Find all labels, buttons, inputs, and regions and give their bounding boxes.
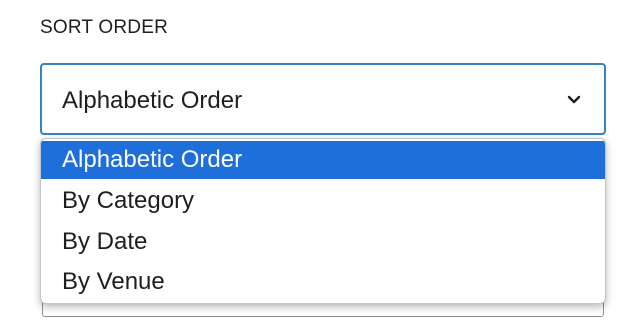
option-by-category[interactable]: By Category bbox=[41, 182, 605, 220]
option-alphabetic-order[interactable]: Alphabetic Order bbox=[41, 141, 605, 179]
option-by-date[interactable]: By Date bbox=[41, 223, 605, 261]
sort-order-select[interactable]: Alphabetic Order bbox=[40, 63, 606, 135]
sort-order-label: SORT ORDER bbox=[40, 17, 168, 38]
option-by-venue[interactable]: By Venue bbox=[41, 263, 605, 301]
sort-order-selected-value: Alphabetic Order bbox=[62, 87, 243, 114]
chevron-down-icon bbox=[567, 95, 581, 104]
page: SORT ORDER Alphabetic Order Alphabetic O… bbox=[0, 0, 624, 320]
sort-order-dropdown-list: Alphabetic Order By Category By Date By … bbox=[40, 138, 606, 304]
